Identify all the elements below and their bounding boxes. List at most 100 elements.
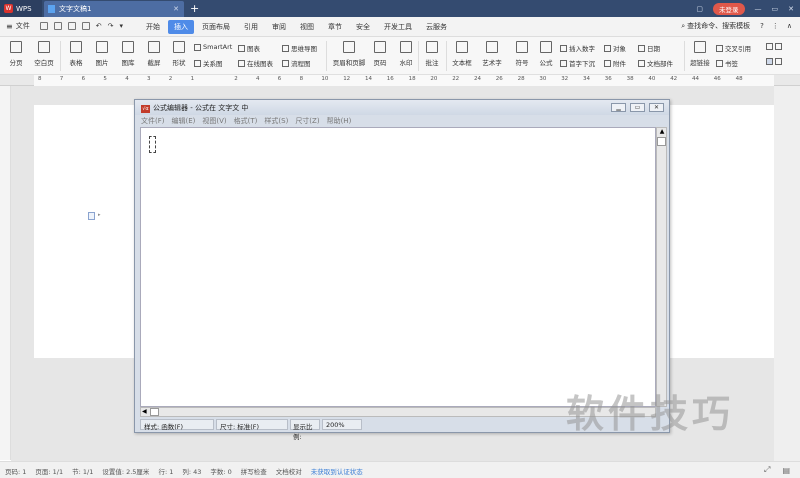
document-tab[interactable]: 文字文稿1 ✕ bbox=[44, 1, 184, 17]
smartart-label: SmartArt bbox=[203, 43, 233, 51]
paperclip-icon bbox=[604, 59, 611, 67]
shape-button[interactable]: 形状 bbox=[165, 40, 193, 67]
online-chart-button[interactable]: 在线图表 bbox=[238, 58, 273, 68]
document-scrollbar[interactable] bbox=[774, 86, 800, 461]
tab-developer[interactable]: 开发工具 bbox=[378, 20, 418, 34]
tab-security[interactable]: 安全 bbox=[350, 20, 376, 34]
object-button[interactable]: 对象 bbox=[604, 43, 626, 53]
more-icon[interactable]: ⋮ bbox=[772, 22, 779, 30]
insert-number-button[interactable]: 插入数字 bbox=[560, 43, 595, 53]
close-window-icon[interactable]: ✕ bbox=[788, 5, 794, 13]
tab-insert[interactable]: 插入 bbox=[168, 20, 194, 34]
ribbon-extra-2[interactable] bbox=[766, 58, 784, 65]
scroll-thumb[interactable] bbox=[657, 137, 666, 146]
eq-restore-icon[interactable]: ▭ bbox=[630, 103, 645, 112]
maximize-icon[interactable]: ▭ bbox=[772, 5, 779, 13]
preview-icon[interactable] bbox=[81, 22, 90, 30]
flow-chart-button[interactable]: 流程图 bbox=[282, 58, 311, 68]
comment-button[interactable]: 批注 bbox=[418, 40, 446, 67]
tab-view[interactable]: 视图 bbox=[294, 20, 320, 34]
tab-page-layout[interactable]: 页面布局 bbox=[196, 20, 236, 34]
eq-menu-format[interactable]: 格式(T) bbox=[234, 116, 258, 126]
login-button[interactable]: 未登录 bbox=[713, 2, 745, 15]
eq-menu-view[interactable]: 视图(V) bbox=[202, 116, 226, 126]
window-layout-icon[interactable]: ▢ bbox=[696, 5, 703, 13]
help-icon[interactable]: ? bbox=[760, 22, 764, 30]
scroll-left-icon[interactable]: ◀ bbox=[142, 408, 147, 415]
equation-edit-area[interactable] bbox=[140, 127, 656, 407]
save-icon[interactable] bbox=[39, 22, 48, 30]
hyperlink-button[interactable]: 超链接 bbox=[686, 40, 714, 67]
picture-button[interactable]: 图片 bbox=[88, 40, 116, 67]
page-break-button[interactable]: 分页 bbox=[2, 40, 30, 67]
wordart-button[interactable]: 艺术字 bbox=[478, 40, 506, 67]
equation-editor-titlebar[interactable]: √α 公式编辑器 - 公式在 文字文 中 ▁ ▭ ✕ bbox=[135, 100, 669, 115]
cross-ref-button[interactable]: 交叉引用 bbox=[716, 43, 751, 53]
chart-label: 图表 bbox=[247, 45, 260, 53]
table-label: 表格 bbox=[69, 59, 83, 67]
tab-cloud[interactable]: 云服务 bbox=[420, 20, 453, 34]
bookmark-button[interactable]: 书签 bbox=[716, 58, 738, 68]
verify-status[interactable]: 未获取到认证状态 bbox=[311, 466, 363, 476]
collapse-ribbon-icon[interactable]: ∧ bbox=[787, 22, 792, 30]
scroll-up-icon[interactable]: ▲ bbox=[658, 128, 666, 136]
tab-start[interactable]: 开始 bbox=[140, 20, 166, 34]
ribbon-extra-1[interactable] bbox=[766, 43, 784, 50]
minimize-icon[interactable]: — bbox=[755, 5, 762, 13]
ruler-tick-label: 26 bbox=[495, 76, 503, 82]
equation-vertical-scrollbar[interactable]: ▲ bbox=[656, 127, 667, 407]
chart-button[interactable]: 图表 bbox=[238, 43, 260, 53]
mind-map-button[interactable]: 思维导图 bbox=[282, 43, 317, 53]
eq-menu-help[interactable]: 帮助(H) bbox=[327, 116, 352, 126]
title-bar: W WPS 文字文稿1 ✕ + ▢ 未登录 — ▭ ✕ bbox=[0, 0, 800, 17]
search-icon[interactable]: ⌕ bbox=[681, 22, 685, 31]
attachment-button[interactable]: 附件 bbox=[604, 58, 626, 68]
scroll-thumb-horizontal[interactable] bbox=[150, 408, 159, 416]
hamburger-icon[interactable]: ≡ bbox=[6, 22, 13, 31]
header-footer-button[interactable]: 页眉和页脚 bbox=[330, 40, 368, 67]
eq-menu-size[interactable]: 尺寸(Z) bbox=[295, 116, 319, 126]
eq-close-icon[interactable]: ✕ bbox=[649, 103, 664, 112]
date-button[interactable]: 日期 bbox=[638, 43, 660, 53]
more-quick-icon[interactable]: ▾ bbox=[119, 22, 123, 30]
equation-input-slot[interactable] bbox=[149, 136, 156, 153]
gallery-label: 图库 bbox=[121, 59, 135, 67]
paragraph-marker-icon[interactable] bbox=[88, 212, 95, 220]
textbox-button[interactable]: 文本框 bbox=[448, 40, 476, 67]
eq-menu-file[interactable]: 文件(F) bbox=[141, 116, 165, 126]
print-icon[interactable] bbox=[53, 22, 62, 30]
file-menu[interactable]: 文件 bbox=[16, 21, 30, 31]
screenshot-button[interactable]: 截屏 bbox=[140, 40, 168, 67]
smartart-icon bbox=[194, 43, 201, 51]
tab-sections[interactable]: 章节 bbox=[322, 20, 348, 34]
new-tab-button[interactable]: + bbox=[190, 2, 199, 15]
table-button[interactable]: 表格 bbox=[62, 40, 90, 67]
command-search[interactable]: 查找命令、搜索模板 bbox=[687, 21, 750, 31]
page-number-button[interactable]: 页码 bbox=[366, 40, 394, 67]
doc-parts-button[interactable]: 文档部件 bbox=[638, 58, 673, 68]
close-tab-icon[interactable]: ✕ bbox=[173, 5, 179, 13]
eq-menu-style[interactable]: 样式(S) bbox=[264, 116, 288, 126]
status-wordcount[interactable]: 字数: 0 bbox=[210, 466, 231, 476]
eq-minimize-icon[interactable]: ▁ bbox=[611, 103, 626, 112]
redo-icon[interactable]: ↷ bbox=[108, 22, 114, 30]
doc-proofread-button[interactable]: 文档校对 bbox=[276, 466, 302, 476]
undo-icon[interactable]: ↶ bbox=[96, 22, 102, 30]
eq-menu-edit[interactable]: 编辑(E) bbox=[172, 116, 196, 126]
wps-home-tab[interactable]: W WPS bbox=[0, 0, 42, 17]
fit-page-icon[interactable]: ⤢ bbox=[764, 465, 770, 475]
spell-check-button[interactable]: 拼写检查 bbox=[241, 466, 267, 476]
relation-chart-button[interactable]: 关系图 bbox=[194, 58, 223, 68]
ruler-tick-label: 7 bbox=[59, 76, 64, 82]
blank-page-button[interactable]: 空白页 bbox=[30, 40, 58, 67]
drop-cap-button[interactable]: 首字下沉 bbox=[560, 58, 595, 68]
paragraph-arrow-icon[interactable]: ▸ bbox=[98, 212, 101, 218]
export-pdf-icon[interactable] bbox=[67, 22, 76, 30]
formula-button[interactable]: 公式 bbox=[532, 40, 560, 67]
smartart-button[interactable]: SmartArt bbox=[194, 43, 232, 51]
watermark-button[interactable]: 水印 bbox=[392, 40, 420, 67]
read-mode-icon[interactable]: ▤ bbox=[782, 466, 790, 475]
tab-review[interactable]: 审阅 bbox=[266, 20, 292, 34]
gallery-button[interactable]: 图库 bbox=[114, 40, 142, 67]
tab-references[interactable]: 引用 bbox=[238, 20, 264, 34]
